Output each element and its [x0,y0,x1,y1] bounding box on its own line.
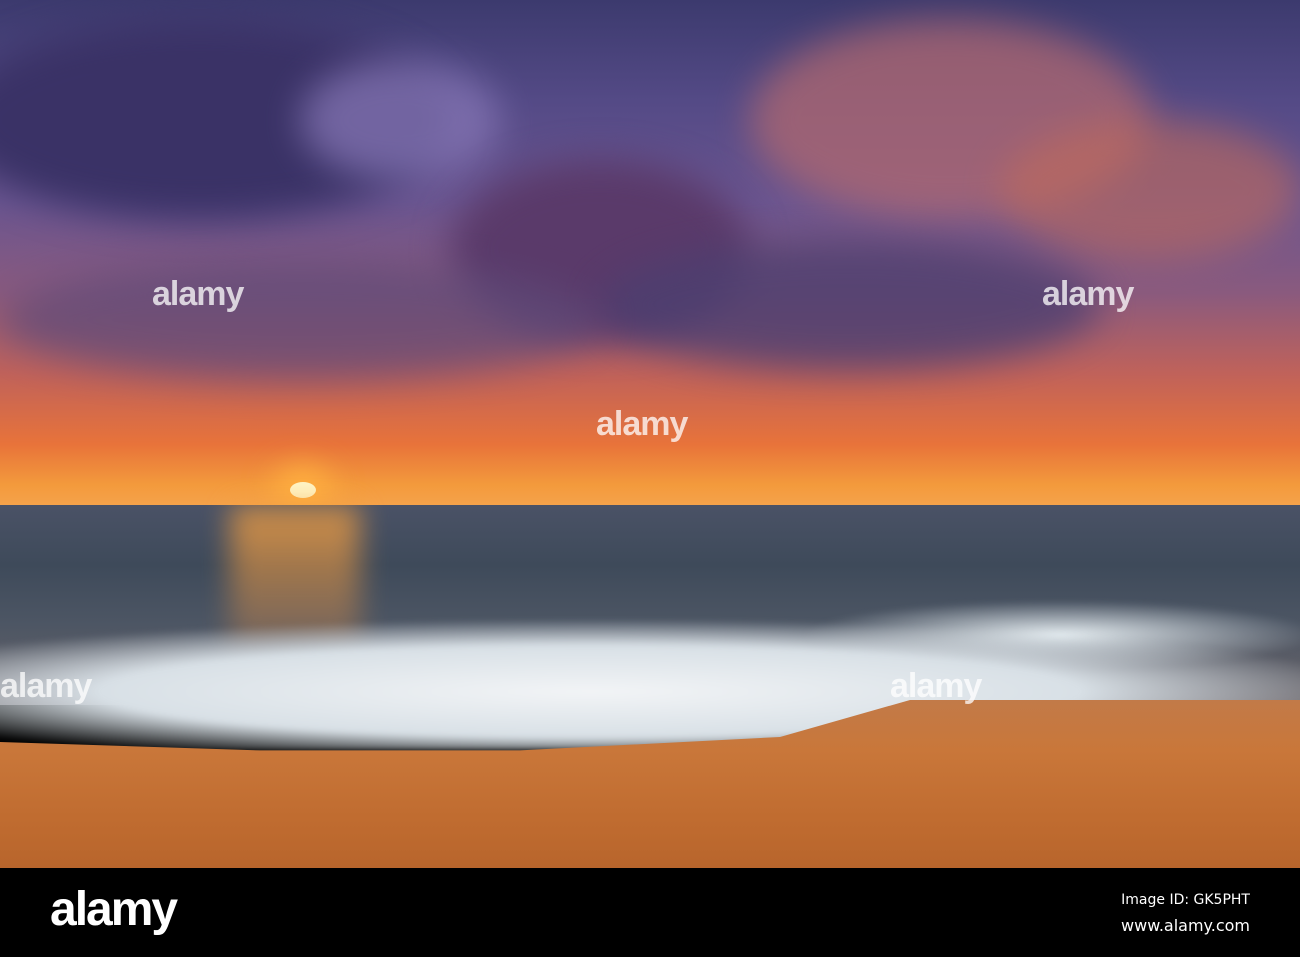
footer-bar: alamy Image ID: GK5PHT www.alamy.com [0,868,1300,957]
sun [290,482,316,498]
watermark: alamy [890,667,982,705]
image-id: Image ID: GK5PHT [1121,892,1250,908]
watermark: alamy [1042,275,1134,313]
alamy-logo: alamy [50,883,178,936]
watermark: alamy [0,667,92,705]
watermark: alamy [152,275,244,313]
watermark: alamy [596,405,688,443]
website-link[interactable]: www.alamy.com [1121,916,1250,935]
sunset-beach-photo: alamy alamy alamy alamy alamy [0,0,1300,868]
